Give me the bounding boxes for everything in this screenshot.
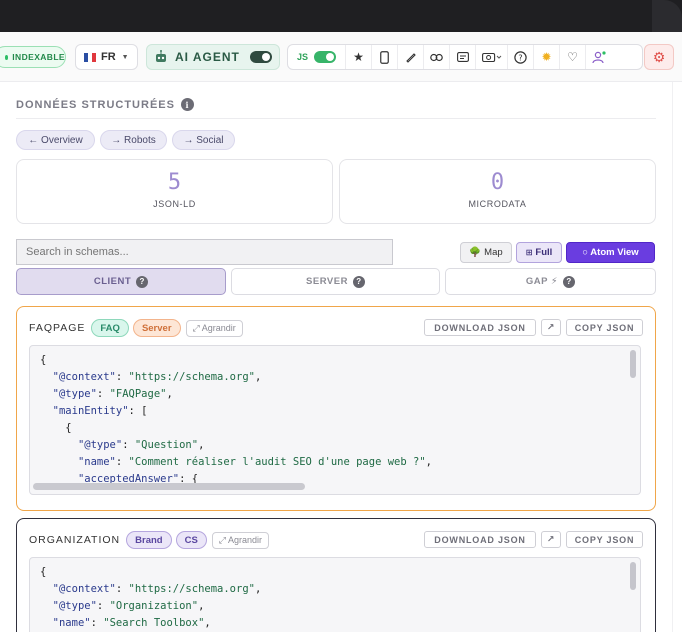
microdata-stat: 0 MICRODATA	[339, 159, 656, 224]
jsonld-count: 5	[167, 170, 182, 195]
language-label: FR	[101, 51, 116, 63]
user-icon[interactable]	[586, 45, 612, 69]
js-label: JS	[296, 52, 308, 62]
expand-button[interactable]: ⤢ Agrandir	[185, 319, 243, 337]
open-external-icon[interactable]: ↗	[541, 531, 561, 548]
copy-json-button[interactable]: COPY JSON	[566, 531, 643, 548]
tool-group: JS ★ ? ✹ ♡	[287, 44, 643, 70]
code-line: {	[40, 422, 72, 434]
copy-json-button[interactable]: COPY JSON	[566, 319, 643, 336]
full-view-button[interactable]: ⊞ Full	[516, 242, 562, 263]
card-header: FAQPAGE FAQ Server ⤢ Agrandir	[29, 319, 243, 337]
code-line: "@type": "Question",	[77, 439, 205, 451]
horizontal-scrollbar[interactable]	[33, 483, 305, 490]
map-view-button[interactable]: 🌳 Map	[460, 242, 512, 263]
vertical-scrollbar[interactable]	[630, 562, 636, 590]
robots-link[interactable]: → Robots	[100, 130, 167, 150]
toolbar: INDEXABLE FR ▼ AI AGENT JS ★ ? ✹ ♡ ⚙	[0, 32, 682, 82]
status-dot-icon	[5, 54, 9, 60]
code-line: "@type": "FAQPage",	[52, 388, 173, 400]
ai-agent-toggle[interactable]: AI AGENT	[146, 44, 280, 70]
code-line: {	[40, 566, 47, 578]
robot-icon	[156, 50, 166, 62]
indexable-label: INDEXABLE	[12, 52, 65, 62]
extension-panel: INDEXABLE FR ▼ AI AGENT JS ★ ? ✹ ♡ ⚙ DON…	[0, 32, 682, 632]
language-select[interactable]: FR ▼	[75, 44, 138, 70]
indexable-badge: INDEXABLE	[0, 46, 66, 68]
social-link[interactable]: → Social	[172, 130, 235, 150]
help-icon[interactable]: ?	[508, 45, 534, 69]
download-json-button[interactable]: DOWNLOAD JSON	[424, 319, 536, 336]
structured-data-section: DONNÉES STRUCTURÉES i ← Overview → Robot…	[0, 82, 672, 632]
camera-icon[interactable]	[476, 45, 508, 69]
tab-gap-label: GAP ⚡	[525, 276, 559, 287]
brand-badge: Brand	[126, 531, 172, 549]
jsonld-stat: 5 JSON-LD	[16, 159, 333, 224]
card-actions: DOWNLOAD JSON ↗ COPY JSON	[419, 319, 643, 336]
tab-client[interactable]: CLIENT?	[16, 268, 226, 295]
cs-badge: CS	[175, 531, 207, 549]
pen-icon[interactable]	[398, 45, 424, 69]
overview-link[interactable]: ← Overview	[16, 130, 95, 150]
microdata-label: MICRODATA	[468, 199, 527, 209]
link-icon[interactable]	[424, 45, 450, 69]
tab-gap[interactable]: GAP ⚡?	[445, 268, 656, 295]
france-flag-icon	[84, 52, 96, 62]
code-line: "name": "Search Toolbox",	[52, 617, 211, 629]
schema-card-organization: ORGANIZATION Brand CS ⤢ Agrandir DOWNLOA…	[16, 518, 656, 632]
mobile-icon[interactable]	[372, 45, 398, 69]
code-line: {	[40, 354, 47, 366]
section-title-text: DONNÉES STRUCTURÉES	[16, 98, 175, 111]
js-toggle[interactable]: JS	[288, 45, 346, 69]
json-code-block[interactable]: { "@context": "https://schema.org", "@ty…	[29, 557, 641, 632]
code-line: "name": "Comment réaliser l'audit SEO d'…	[77, 456, 432, 468]
map-view-label: Map	[484, 247, 503, 258]
json-code-block[interactable]: { "@context": "https://schema.org", "@ty…	[29, 345, 641, 495]
jsonld-label: JSON-LD	[153, 199, 196, 209]
window-titlebar	[0, 0, 682, 32]
grid-icon: ⊞	[525, 248, 533, 257]
vertical-scrollbar[interactable]	[630, 350, 636, 378]
code-line: "mainEntity": [	[52, 405, 148, 417]
code-line: "@context": "https://schema.org",	[52, 371, 262, 383]
card-actions: DOWNLOAD JSON ↗ COPY JSON	[419, 531, 643, 548]
window-edge	[672, 82, 682, 632]
info-icon[interactable]: i	[180, 98, 194, 111]
faq-badge: FAQ	[91, 319, 129, 337]
ai-agent-switch[interactable]	[249, 51, 272, 63]
help-icon: ?	[563, 275, 576, 288]
divider	[16, 118, 656, 119]
help-icon: ?	[136, 275, 149, 288]
svg-text:?: ?	[518, 53, 522, 62]
code-line: "@type": "Organization",	[52, 600, 205, 612]
search-input[interactable]	[16, 239, 393, 265]
schema-card-faqpage: FAQPAGE FAQ Server ⤢ Agrandir DOWNLOAD J…	[16, 306, 656, 511]
microdata-count: 0	[490, 170, 505, 195]
server-badge: Server	[132, 319, 181, 337]
tab-client-label: CLIENT	[93, 276, 132, 287]
code-line: "@context": "https://schema.org",	[52, 583, 262, 595]
full-view-label: Full	[535, 247, 553, 258]
gear-icon[interactable]: ⚙	[644, 44, 674, 70]
atom-view-button[interactable]: ○ Atom View	[566, 242, 655, 263]
chevron-down-icon: ▼	[121, 53, 129, 61]
section-title: DONNÉES STRUCTURÉES i	[16, 98, 194, 111]
download-json-button[interactable]: DOWNLOAD JSON	[424, 531, 536, 548]
heart-icon[interactable]: ♡	[560, 45, 586, 69]
star-icon[interactable]: ★	[346, 45, 372, 69]
js-switch[interactable]	[314, 51, 336, 63]
expand-button[interactable]: ⤢ Agrandir	[211, 531, 270, 549]
open-external-icon[interactable]: ↗	[541, 319, 561, 336]
card-title: FAQPAGE	[29, 322, 86, 334]
ai-agent-label: AI AGENT	[175, 50, 240, 64]
tab-server-label: SERVER	[306, 276, 348, 287]
text-icon[interactable]	[450, 45, 476, 69]
card-header: ORGANIZATION Brand CS ⤢ Agrandir	[29, 531, 270, 549]
tree-icon: 🌳	[469, 247, 482, 258]
help-icon: ?	[352, 275, 365, 288]
card-title: ORGANIZATION	[29, 534, 121, 546]
sun-icon[interactable]: ✹	[534, 45, 560, 69]
tab-server[interactable]: SERVER?	[231, 268, 440, 295]
